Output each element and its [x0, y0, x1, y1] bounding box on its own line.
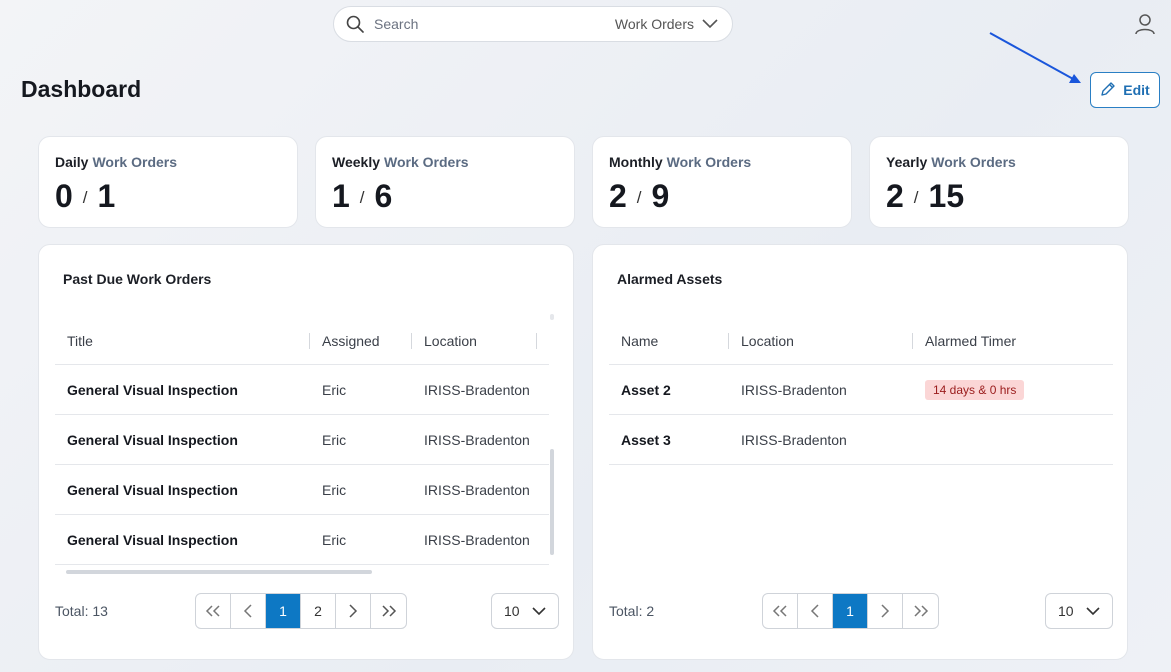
past-due-panel: Past Due Work Orders Title Assigned Loca…	[38, 244, 574, 660]
total-count: Total: 2	[609, 603, 655, 619]
cell-assigned: Eric	[322, 431, 347, 448]
cell-location: IRISS-Bradenton	[741, 381, 847, 398]
cell-assigned: Eric	[322, 381, 347, 398]
stat-value: 2/15	[886, 178, 965, 214]
table-row[interactable]: General Visual Inspection Eric IRISS-Bra…	[55, 415, 549, 465]
panel-title: Alarmed Assets	[617, 271, 723, 287]
page-button-1[interactable]: 1	[266, 594, 301, 628]
column-header-assigned[interactable]: Assigned	[310, 317, 412, 364]
double-chevron-right-icon[interactable]	[903, 594, 938, 628]
panel-title: Past Due Work Orders	[63, 271, 212, 287]
stat-label: Weekly Work Orders	[332, 154, 469, 170]
double-chevron-left-icon[interactable]	[763, 594, 798, 628]
stat-label: Yearly Work Orders	[886, 154, 1016, 170]
cell-title: General Visual Inspection	[67, 431, 238, 448]
stat-label: Daily Work Orders	[55, 154, 178, 170]
cell-location: IRISS-Bradenton	[424, 431, 530, 448]
stat-label: Monthly Work Orders	[609, 154, 752, 170]
column-header-location[interactable]: Location	[729, 317, 913, 364]
table-row[interactable]: General Visual Inspection Eric IRISS-Bra…	[55, 515, 549, 565]
page-size-value: 10	[504, 603, 520, 619]
alarmed-assets-panel: Alarmed Assets Name Location Alarmed Tim…	[592, 244, 1128, 660]
double-chevron-left-icon[interactable]	[196, 594, 231, 628]
pagination: 1 2	[195, 593, 407, 629]
pagination: 1	[762, 593, 939, 629]
global-search-bar: Work Orders	[333, 6, 733, 42]
page-size-value: 10	[1058, 603, 1074, 619]
cell-title: General Visual Inspection	[67, 531, 238, 548]
search-icon	[344, 13, 366, 35]
cell-assigned: Eric	[322, 481, 347, 498]
cell-title: General Visual Inspection	[67, 481, 238, 498]
cell-location: IRISS-Bradenton	[741, 431, 847, 448]
stat-card-yearly[interactable]: Yearly Work Orders 2/15	[869, 136, 1129, 228]
chevron-left-icon[interactable]	[231, 594, 266, 628]
search-input[interactable]	[366, 16, 615, 32]
chevron-down-icon	[702, 16, 718, 32]
page-size-select[interactable]: 10	[491, 593, 559, 629]
cell-name: Asset 2	[621, 381, 671, 398]
cell-location: IRISS-Bradenton	[424, 531, 530, 548]
stat-card-weekly[interactable]: Weekly Work Orders 1/6	[315, 136, 575, 228]
pencil-icon	[1100, 81, 1116, 100]
search-scope-select[interactable]: Work Orders	[615, 16, 718, 32]
vertical-scrollbar-track	[550, 314, 554, 320]
stat-card-daily[interactable]: Daily Work Orders 0/1	[38, 136, 298, 228]
horizontal-scrollbar[interactable]	[66, 570, 372, 574]
stat-value: 1/6	[332, 178, 393, 214]
chevron-left-icon[interactable]	[798, 594, 833, 628]
stat-value: 2/9	[609, 178, 670, 214]
column-header-alarmed-timer[interactable]: Alarmed Timer	[913, 317, 1113, 364]
stat-card-monthly[interactable]: Monthly Work Orders 2/9	[592, 136, 852, 228]
edit-button-label: Edit	[1123, 82, 1150, 98]
cell-timer: 14 days & 0 hrs	[913, 379, 1113, 400]
cell-assigned: Eric	[322, 531, 347, 548]
double-chevron-right-icon[interactable]	[371, 594, 406, 628]
user-icon[interactable]	[1134, 12, 1156, 36]
table-header-row: Title Assigned Location	[55, 317, 549, 365]
column-header-title[interactable]: Title	[55, 317, 310, 364]
page-button-2[interactable]: 2	[301, 594, 336, 628]
page-title: Dashboard	[21, 76, 142, 102]
page-size-select[interactable]: 10	[1045, 593, 1113, 629]
stat-value: 0/1	[55, 178, 116, 214]
table-row[interactable]: General Visual Inspection Eric IRISS-Bra…	[55, 365, 549, 415]
page-button-1[interactable]: 1	[833, 594, 868, 628]
chevron-down-icon	[532, 603, 546, 619]
annotation-arrow-icon	[989, 32, 1081, 83]
chevron-right-icon[interactable]	[336, 594, 371, 628]
past-due-table: Title Assigned Location General Visual I…	[55, 317, 549, 565]
alarm-timer-badge: 14 days & 0 hrs	[925, 379, 1025, 400]
cell-location: IRISS-Bradenton	[424, 381, 530, 398]
cell-title: General Visual Inspection	[67, 381, 238, 398]
search-scope-label: Work Orders	[614, 16, 694, 32]
table-header-row: Name Location Alarmed Timer	[609, 317, 1113, 365]
edit-button[interactable]: Edit	[1090, 72, 1160, 108]
column-header-name[interactable]: Name	[609, 317, 729, 364]
table-row[interactable]: Asset 2 IRISS-Bradenton 14 days & 0 hrs	[609, 365, 1113, 415]
vertical-scrollbar[interactable]	[550, 449, 554, 555]
chevron-right-icon[interactable]	[868, 594, 903, 628]
alarmed-assets-table: Name Location Alarmed Timer Asset 2 IRIS…	[609, 317, 1113, 465]
table-row[interactable]: Asset 3 IRISS-Bradenton	[609, 415, 1113, 465]
table-row[interactable]: General Visual Inspection Eric IRISS-Bra…	[55, 465, 549, 515]
cell-name: Asset 3	[621, 431, 671, 448]
chevron-down-icon	[1086, 603, 1100, 619]
total-count: Total: 13	[55, 603, 108, 619]
cell-location: IRISS-Bradenton	[424, 481, 530, 498]
column-header-location[interactable]: Location	[412, 317, 537, 364]
